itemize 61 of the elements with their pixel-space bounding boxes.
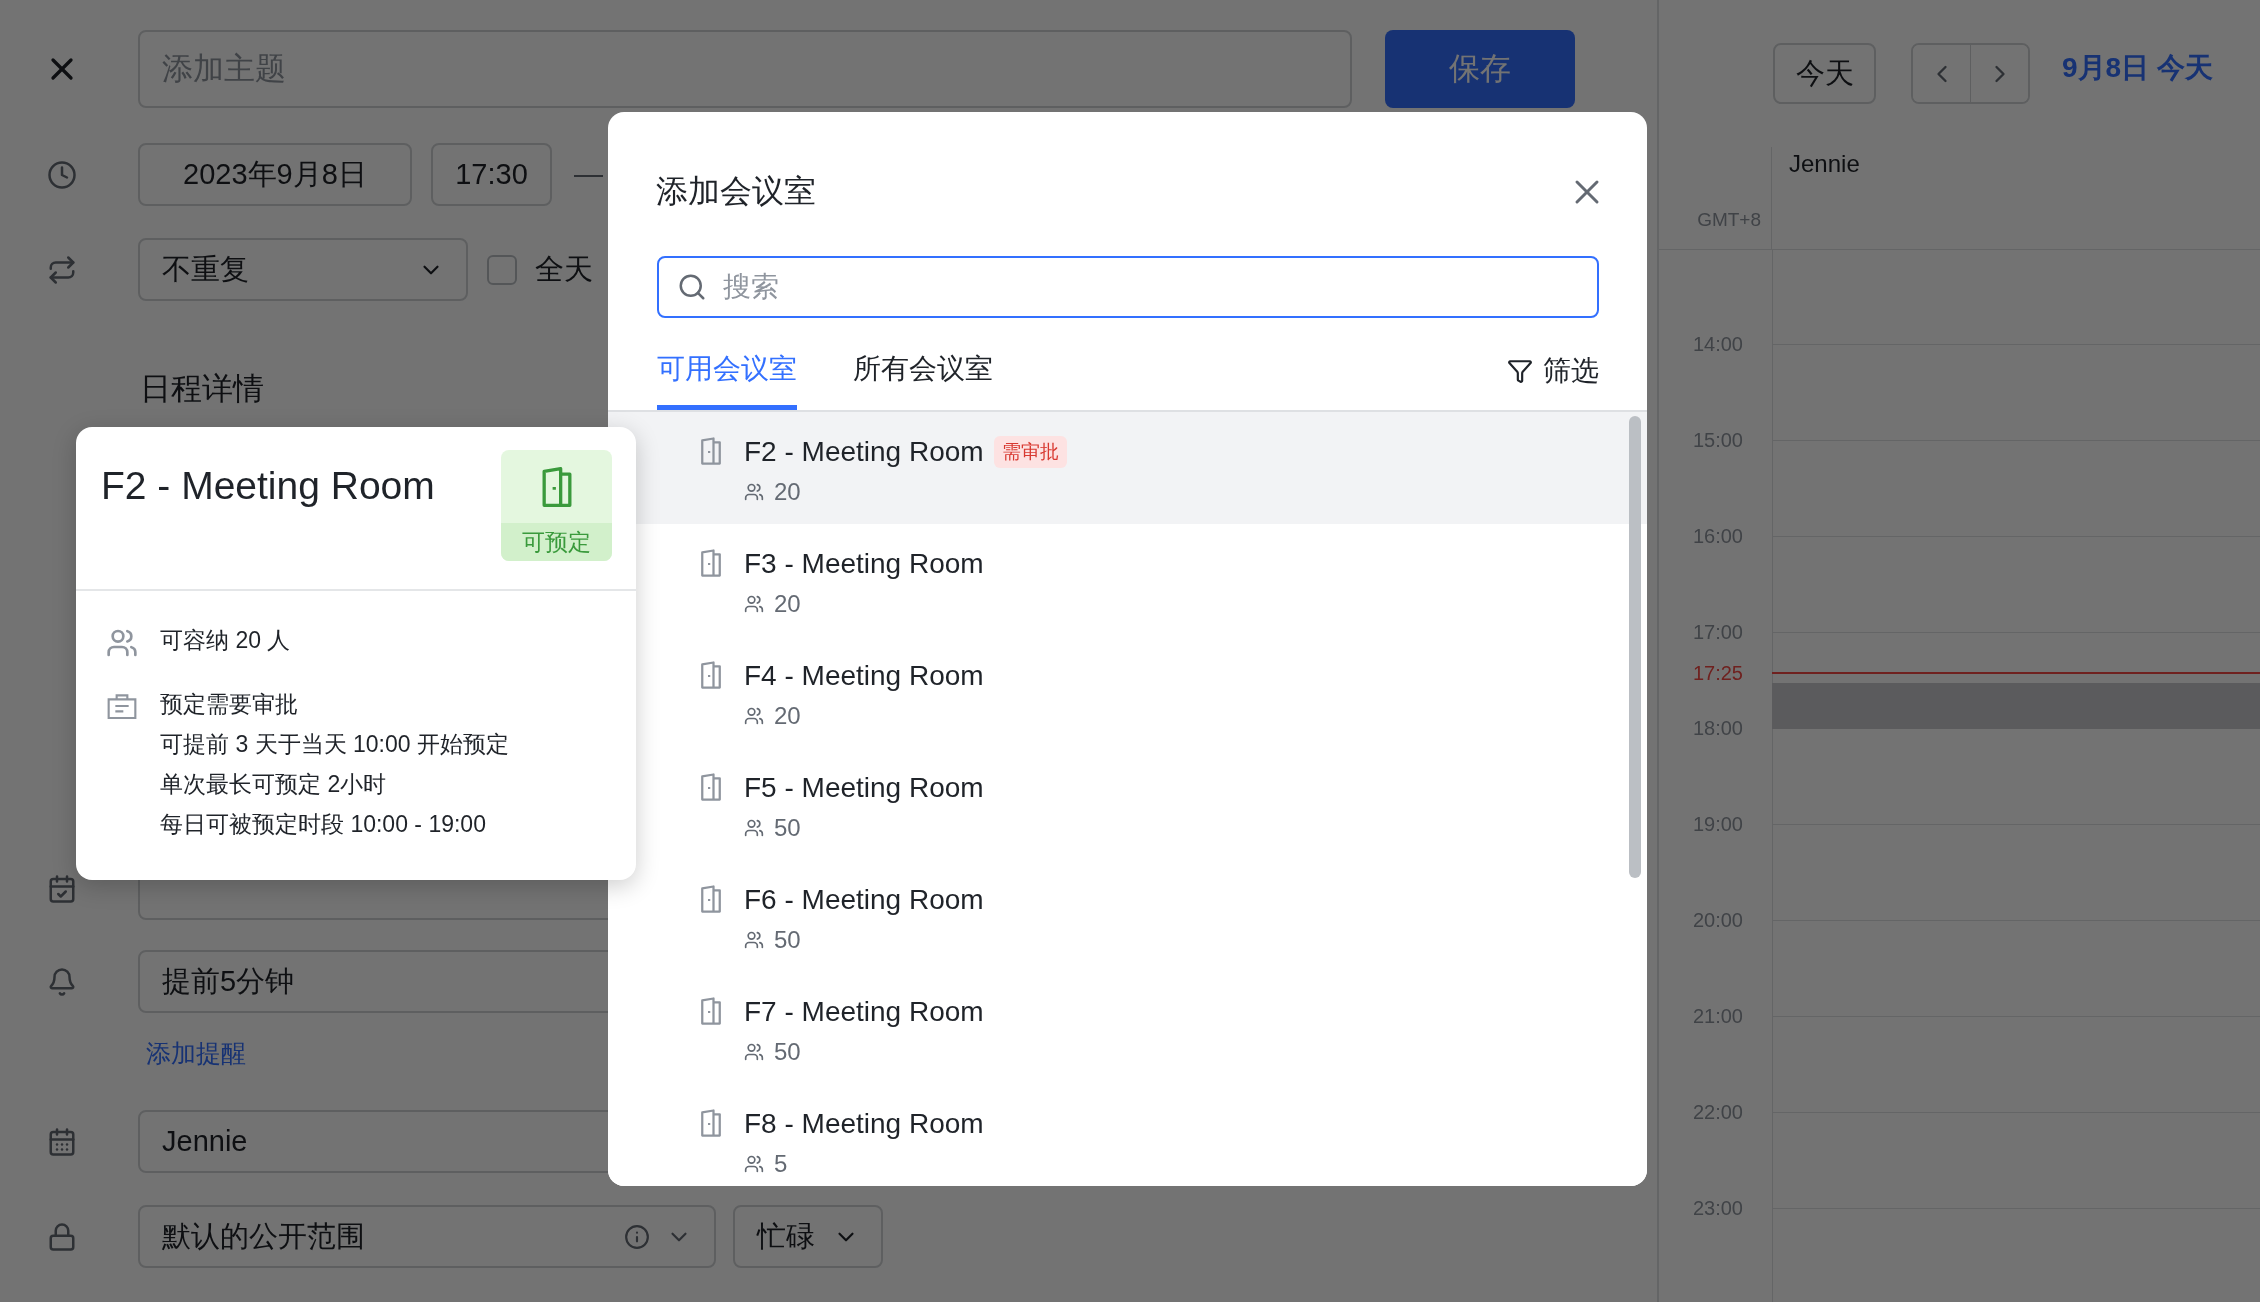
rule-text: 预定需要审批 xyxy=(160,690,299,719)
today-button[interactable]: 今天 xyxy=(1773,43,1876,104)
room-item[interactable]: F2 - Meeting Room 需审批 20 xyxy=(608,412,1647,524)
current-time-label: 17:25 xyxy=(1692,661,1743,685)
all-day-checkbox[interactable] xyxy=(487,254,517,285)
capacity-text: 可容纳 20 人 xyxy=(160,626,291,655)
filter-button[interactable]: 筛选 xyxy=(1507,332,1599,410)
date-field[interactable]: 2023年9月8日 xyxy=(138,143,412,206)
column-name: Jennie xyxy=(1788,150,1861,179)
rule-text: 每日可被预定时段 10:00 - 19:00 xyxy=(160,810,487,839)
dash: — xyxy=(574,158,603,191)
all-day-label: 全天 xyxy=(535,251,593,287)
rule-text: 单次最长可预定 2小时 xyxy=(160,770,388,799)
people-icon xyxy=(744,594,764,614)
approval-tag: 需审批 xyxy=(993,436,1067,468)
clock-icon xyxy=(47,159,77,190)
room-capacity: 5 xyxy=(774,1150,788,1178)
repeat-icon xyxy=(47,254,77,285)
search-field[interactable]: 搜索 xyxy=(657,256,1599,318)
people-icon xyxy=(744,706,764,726)
section-title: 日程详情 xyxy=(140,370,264,408)
room-name: F5 - Meeting Room xyxy=(744,772,984,804)
previous-button[interactable] xyxy=(1913,45,1971,102)
lock-icon xyxy=(47,1221,77,1252)
people-icon xyxy=(744,930,764,950)
people-icon xyxy=(744,1154,764,1174)
room-capacity: 20 xyxy=(774,702,801,730)
calendar-icon xyxy=(47,1126,77,1157)
rule-text: 可提前 3 天于当天 10:00 开始预定 xyxy=(160,730,509,759)
briefcase-icon xyxy=(106,691,138,721)
room-capacity: 20 xyxy=(774,478,801,506)
room-name: F3 - Meeting Room xyxy=(744,548,984,580)
info-icon xyxy=(624,1223,650,1250)
event-block[interactable] xyxy=(1772,683,2260,729)
people-icon xyxy=(744,1042,764,1062)
search-icon xyxy=(677,272,707,302)
bell-icon xyxy=(47,966,77,997)
room-capacity: 20 xyxy=(774,590,801,618)
room-name: F4 - Meeting Room xyxy=(744,660,984,692)
people-icon xyxy=(744,482,764,502)
visibility-select[interactable]: 默认的公开范围 xyxy=(138,1205,716,1268)
calendar-check-icon xyxy=(47,873,77,904)
people-icon xyxy=(106,627,138,659)
scrollbar[interactable] xyxy=(1629,416,1641,878)
room-title: F2 - Meeting Room xyxy=(101,464,435,509)
tab[interactable]: 所有会议室 xyxy=(853,332,993,410)
time-field[interactable]: 17:30 xyxy=(431,143,552,206)
dialog-title: 添加会议室 xyxy=(656,172,816,211)
room-name: F7 - Meeting Room xyxy=(744,996,984,1028)
room-name: F6 - Meeting Room xyxy=(744,884,984,916)
repeat-select[interactable]: 不重复 xyxy=(138,238,468,301)
room-capacity: 50 xyxy=(774,814,801,842)
room-capacity: 50 xyxy=(774,1038,801,1066)
status-badge: 可预定 xyxy=(501,450,612,561)
room-name: F8 - Meeting Room xyxy=(744,1108,984,1140)
busy-select[interactable]: 忙碌 xyxy=(733,1205,883,1268)
room-capacity: 50 xyxy=(774,926,801,954)
people-icon xyxy=(744,818,764,838)
filter-icon xyxy=(1507,358,1533,384)
date-title: 9月8日 今天 xyxy=(2062,50,2213,85)
room-name: F2 - Meeting Room xyxy=(744,436,984,468)
